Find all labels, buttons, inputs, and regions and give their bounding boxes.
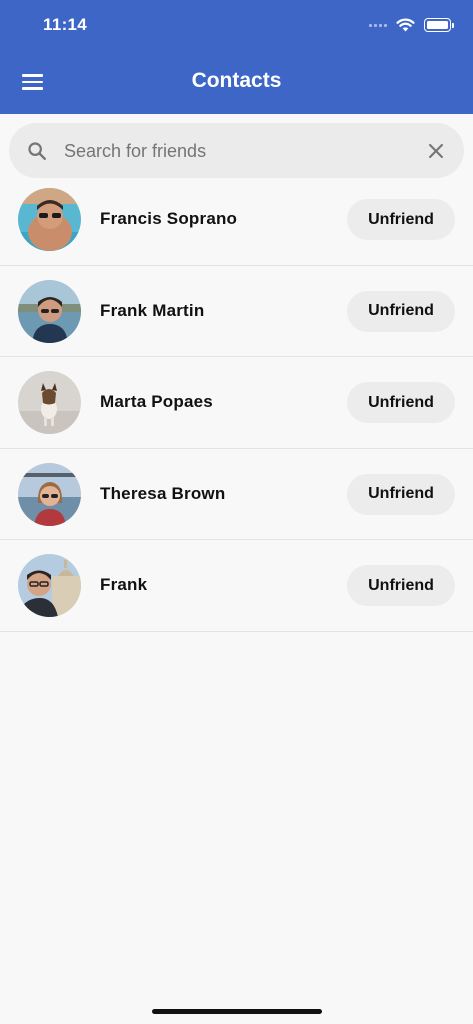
- contact-row: Frank Martin Unfriend: [0, 266, 473, 357]
- contact-name: Frank: [100, 575, 148, 594]
- contact-row: Francis Soprano Unfriend: [0, 174, 473, 266]
- close-icon[interactable]: [425, 140, 447, 162]
- unfriend-button[interactable]: Unfriend: [347, 473, 455, 515]
- battery-icon: [424, 18, 454, 32]
- wifi-icon: [396, 18, 415, 32]
- contact-row: Frank Unfriend: [0, 540, 473, 632]
- search-icon: [28, 142, 46, 160]
- contact-name: Francis Soprano: [100, 209, 238, 228]
- avatar: [18, 462, 81, 526]
- home-indicator[interactable]: [152, 1009, 322, 1014]
- page-title: Contacts: [191, 69, 282, 92]
- contact-name: Theresa Brown: [100, 483, 226, 503]
- app-bar: 11:14 Contacts: [0, 0, 473, 114]
- search-bar: [9, 123, 464, 178]
- unfriend-button[interactable]: Unfriend: [347, 382, 455, 423]
- unfriend-button[interactable]: Unfriend: [347, 565, 455, 606]
- cellular-signal-icon: [369, 23, 387, 27]
- status-time: 11:14: [43, 15, 88, 34]
- status-indicators: [369, 16, 454, 34]
- search-input[interactable]: [64, 135, 414, 167]
- contact-name: Frank Martin: [100, 300, 205, 320]
- contact-row: Marta Popaes Unfriend: [0, 357, 473, 449]
- unfriend-button[interactable]: Unfriend: [347, 199, 455, 240]
- avatar: [18, 279, 81, 343]
- contact-row: Theresa Brown Unfriend: [0, 449, 473, 540]
- contact-list: Francis Soprano Unfriend Frank Martin Un…: [0, 174, 473, 632]
- avatar: [18, 188, 81, 251]
- unfriend-button[interactable]: Unfriend: [347, 290, 455, 332]
- contact-name: Marta Popaes: [100, 392, 213, 411]
- avatar: [18, 554, 81, 617]
- avatar: [18, 371, 81, 434]
